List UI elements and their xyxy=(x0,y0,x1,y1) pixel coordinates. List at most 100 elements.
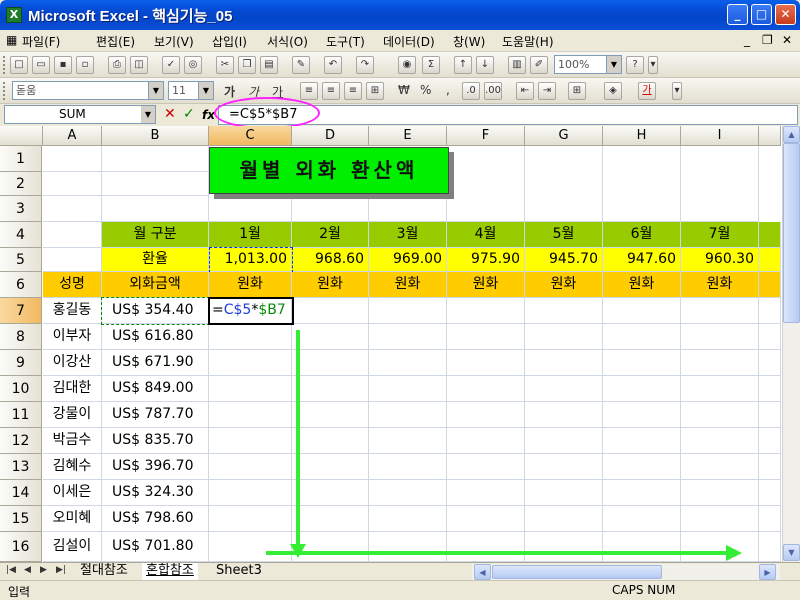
percent-button[interactable]: % xyxy=(420,83,431,97)
cell-a5[interactable] xyxy=(43,248,102,272)
open-icon[interactable]: ▭ xyxy=(32,56,50,74)
sort-ascending-icon[interactable]: ↑ xyxy=(454,56,472,74)
font-name-combo[interactable]: 돋움 ▼ xyxy=(12,81,164,100)
column-header-h[interactable]: H xyxy=(603,126,681,146)
cell-j12[interactable] xyxy=(759,428,781,454)
amount-header-cell[interactable]: 외화금액 xyxy=(102,272,209,298)
formula-input[interactable]: =C$5*$B7 xyxy=(218,105,798,125)
cell-b11[interactable]: US$ 787.70 xyxy=(102,402,209,428)
new-icon[interactable]: □ xyxy=(10,56,28,74)
cell-b15[interactable]: US$ 798.60 xyxy=(102,506,209,532)
row-header-7[interactable]: 7 xyxy=(0,298,42,324)
cell-d7[interactable] xyxy=(292,298,369,324)
copy-icon[interactable]: ❐ xyxy=(238,56,256,74)
cell-b13[interactable]: US$ 396.70 xyxy=(102,454,209,480)
column-header-f[interactable]: F xyxy=(447,126,525,146)
column-header-i[interactable]: I xyxy=(681,126,759,146)
cell-b3[interactable] xyxy=(102,196,209,222)
horizontal-scroll-thumb[interactable] xyxy=(492,565,662,579)
cell-d16[interactable] xyxy=(292,532,369,562)
select-all-corner[interactable] xyxy=(0,126,43,146)
cell-b8[interactable]: US$ 616.80 xyxy=(102,324,209,350)
comma-button[interactable]: , xyxy=(446,83,450,97)
prev-sheet-icon[interactable]: ◀ xyxy=(24,565,31,575)
increase-indent-icon[interactable]: ⇥ xyxy=(538,82,556,100)
cell-f7[interactable] xyxy=(447,298,525,324)
cell-g1-g3[interactable] xyxy=(525,146,603,222)
month-cell-4[interactable]: 4월 xyxy=(447,222,525,248)
cell-i9[interactable] xyxy=(681,350,759,376)
cell-h10[interactable] xyxy=(603,376,681,402)
toolbar-options-icon[interactable]: ▾ xyxy=(648,56,658,74)
italic-button[interactable]: 가 xyxy=(248,83,259,100)
cell-a9[interactable]: 이강산 xyxy=(43,350,102,376)
rate-cell-8-partial[interactable] xyxy=(759,248,781,272)
cell-f10[interactable] xyxy=(447,376,525,402)
zoom-combo[interactable]: 100% ▼ xyxy=(554,55,622,74)
cell-c10[interactable] xyxy=(209,376,292,402)
row-header-8[interactable]: 8 xyxy=(0,324,42,350)
sort-descending-icon[interactable]: ↓ xyxy=(476,56,494,74)
cell-i1-i3[interactable] xyxy=(681,146,759,222)
cell-a11[interactable]: 강물이 xyxy=(43,402,102,428)
cell-e9[interactable] xyxy=(369,350,447,376)
align-right-icon[interactable]: ≡ xyxy=(344,82,362,100)
chevron-down-icon[interactable]: ▼ xyxy=(198,82,213,99)
rate-cell-3[interactable]: 969.00 xyxy=(369,248,447,272)
chevron-down-icon[interactable]: ▼ xyxy=(148,82,163,99)
cell-h12[interactable] xyxy=(603,428,681,454)
name-header-cell[interactable]: 성명 xyxy=(43,272,102,298)
cell-h15[interactable] xyxy=(603,506,681,532)
currency-button[interactable]: ₩ xyxy=(398,83,410,97)
cell-e7[interactable] xyxy=(369,298,447,324)
mdi-close-button[interactable]: ✕ xyxy=(782,33,792,47)
hyperlink-icon[interactable]: ◉ xyxy=(398,56,416,74)
cell-i13[interactable] xyxy=(681,454,759,480)
cell-c14[interactable] xyxy=(209,480,292,506)
unit-cell-8-partial[interactable] xyxy=(759,272,781,298)
cell-h13[interactable] xyxy=(603,454,681,480)
scroll-down-icon[interactable]: ▼ xyxy=(783,544,800,561)
cell-c12[interactable] xyxy=(209,428,292,454)
column-header-d[interactable]: D xyxy=(292,126,369,146)
menu-window[interactable]: 창(W) xyxy=(453,33,485,50)
minimize-button[interactable]: _ xyxy=(727,4,748,25)
cell-a1[interactable] xyxy=(43,146,102,172)
cell-d10[interactable] xyxy=(292,376,369,402)
unit-cell-4[interactable]: 원화 xyxy=(447,272,525,298)
cell-i10[interactable] xyxy=(681,376,759,402)
autosum-icon[interactable]: Σ xyxy=(422,56,440,74)
underline-button[interactable]: 가 xyxy=(272,83,283,100)
cell-e11[interactable] xyxy=(369,402,447,428)
cell-j11[interactable] xyxy=(759,402,781,428)
month-cell-6[interactable]: 6월 xyxy=(603,222,681,248)
menu-tools[interactable]: 도구(T) xyxy=(326,33,365,50)
spreadsheet-grid[interactable]: A B C D E F G H I 1 2 3 4 5 6 7 8 9 10 1… xyxy=(0,126,800,562)
redo-icon[interactable]: ↷ xyxy=(356,56,374,74)
row-header-5[interactable]: 5 xyxy=(0,248,42,272)
cell-i15[interactable] xyxy=(681,506,759,532)
cell-e15[interactable] xyxy=(369,506,447,532)
tab-mixed-ref[interactable]: 혼합참조 xyxy=(142,563,198,580)
maximize-button[interactable]: □ xyxy=(751,4,772,25)
increase-decimal-icon[interactable]: .0 xyxy=(462,82,480,100)
cell-f12[interactable] xyxy=(447,428,525,454)
cell-j8[interactable] xyxy=(759,324,781,350)
sheet-title-box[interactable]: 월별 외화 환산액 xyxy=(209,147,449,194)
rate-cell-5[interactable]: 945.70 xyxy=(525,248,603,272)
decrease-decimal-icon[interactable]: .00 xyxy=(484,82,502,100)
horizontal-scrollbar[interactable]: ◀ ▶ xyxy=(472,564,780,580)
cell-e14[interactable] xyxy=(369,480,447,506)
workbook-icon[interactable]: ▦ xyxy=(6,33,17,47)
save-icon[interactable]: ▪ xyxy=(54,56,72,74)
scroll-left-icon[interactable]: ◀ xyxy=(474,564,491,580)
cell-b1[interactable] xyxy=(102,146,209,172)
cell-g13[interactable] xyxy=(525,454,603,480)
cell-b10[interactable]: US$ 849.00 xyxy=(102,376,209,402)
last-sheet-icon[interactable]: ▶| xyxy=(56,565,66,575)
row-header-1[interactable]: 1 xyxy=(0,146,42,172)
editing-cell-c7[interactable]: =C$5*$B7 xyxy=(209,298,292,324)
research-icon[interactable]: ◎ xyxy=(184,56,202,74)
cell-b9[interactable]: US$ 671.90 xyxy=(102,350,209,376)
cell-h14[interactable] xyxy=(603,480,681,506)
